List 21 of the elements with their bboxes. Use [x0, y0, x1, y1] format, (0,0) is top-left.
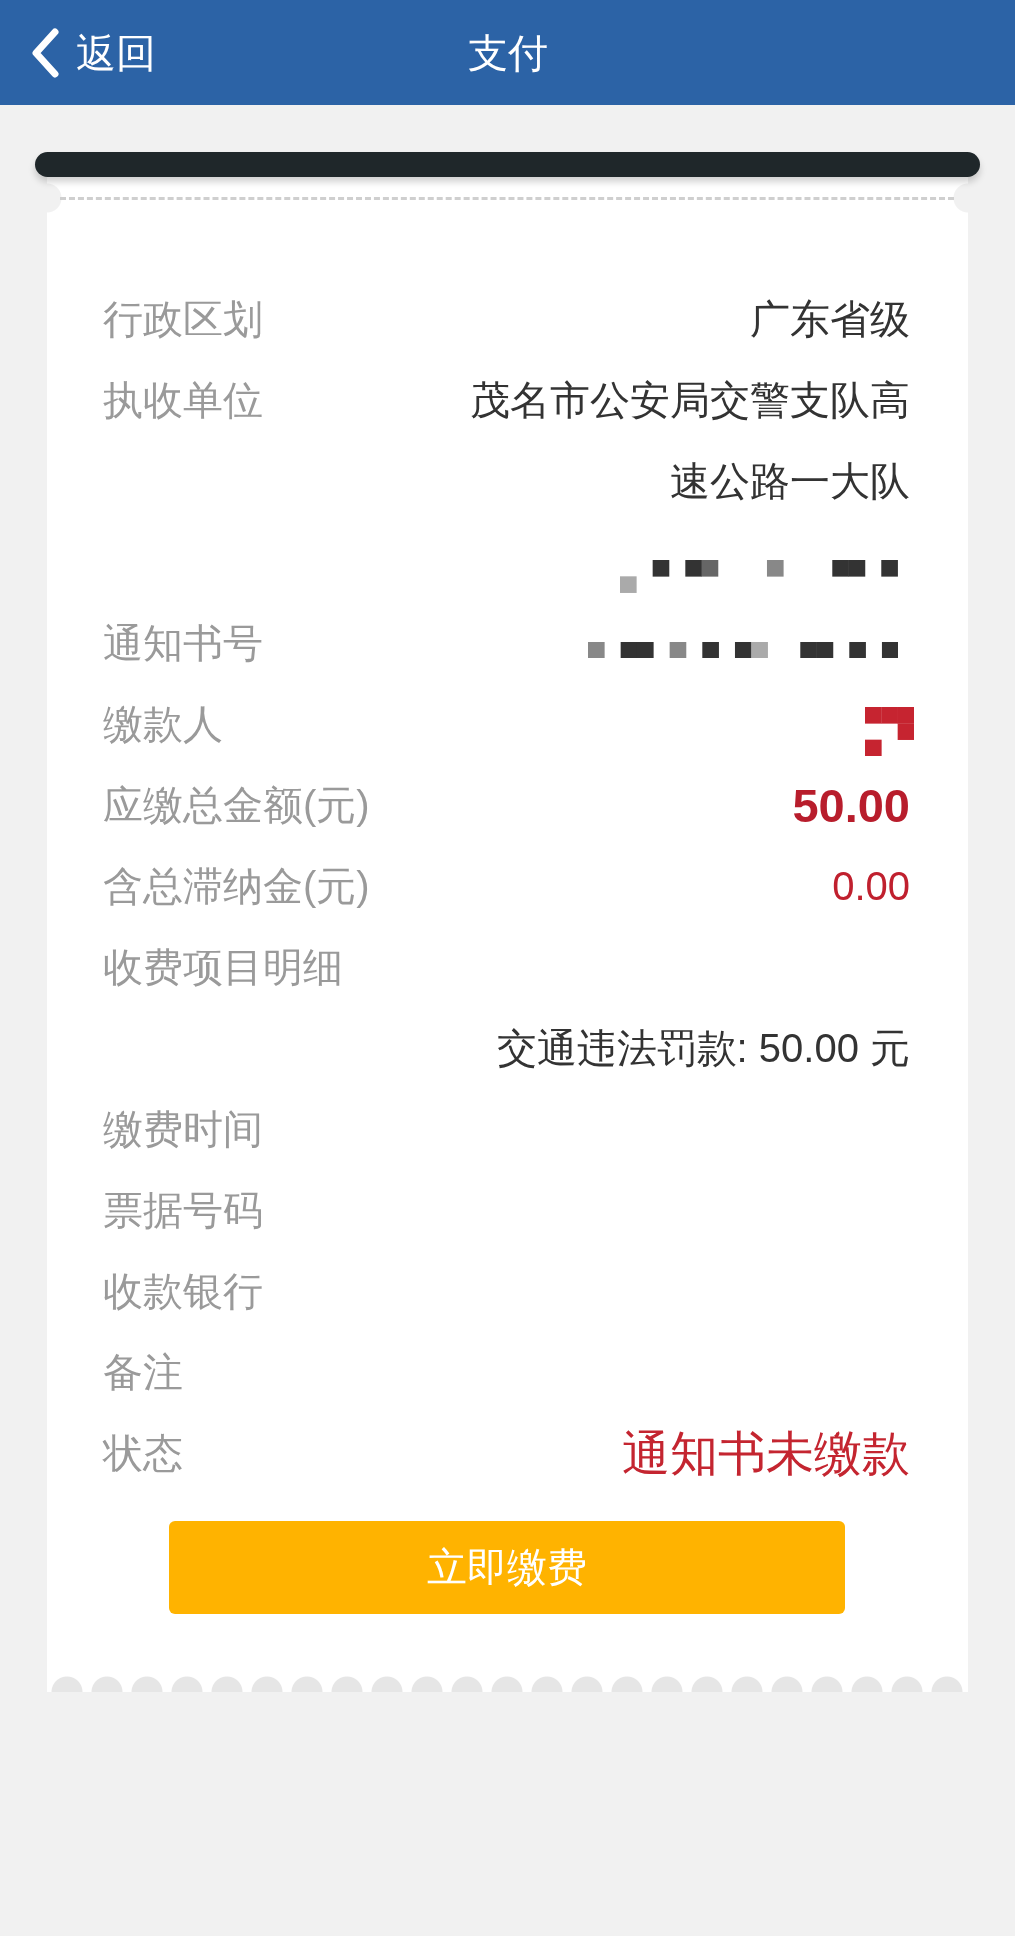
amount-value: 50.00: [792, 778, 910, 834]
field-value: 茂名市公安局交警支队高速公路一大队: [469, 377, 910, 505]
field-label: 执收单位: [103, 377, 263, 424]
field-label: 行政区划: [103, 296, 263, 343]
field-label: 收费项目明细: [103, 944, 343, 991]
field-label: 票据号码: [103, 1187, 263, 1234]
page-title: 支付: [467, 29, 548, 77]
field-label: 收款银行: [103, 1268, 263, 1315]
field-label: 通知书号: [103, 620, 263, 667]
chevron-left-icon: [30, 27, 60, 78]
field-label: 应缴总金额(元): [103, 782, 370, 829]
field-label: 缴费时间: [103, 1106, 263, 1153]
field-value: 广东省级: [750, 296, 910, 343]
field-value: 交通违法罚款: 50.00 元: [496, 1025, 910, 1072]
field-label: 含总滞纳金(元): [103, 863, 370, 910]
status-value: 通知书未缴款: [622, 1426, 910, 1482]
field-label: 缴款人: [103, 701, 223, 748]
late-fee-value: 0.00: [832, 863, 910, 910]
field-label: 状态: [103, 1430, 183, 1477]
back-button[interactable]: 返回: [30, 24, 156, 81]
field-label: 备注: [103, 1349, 183, 1396]
